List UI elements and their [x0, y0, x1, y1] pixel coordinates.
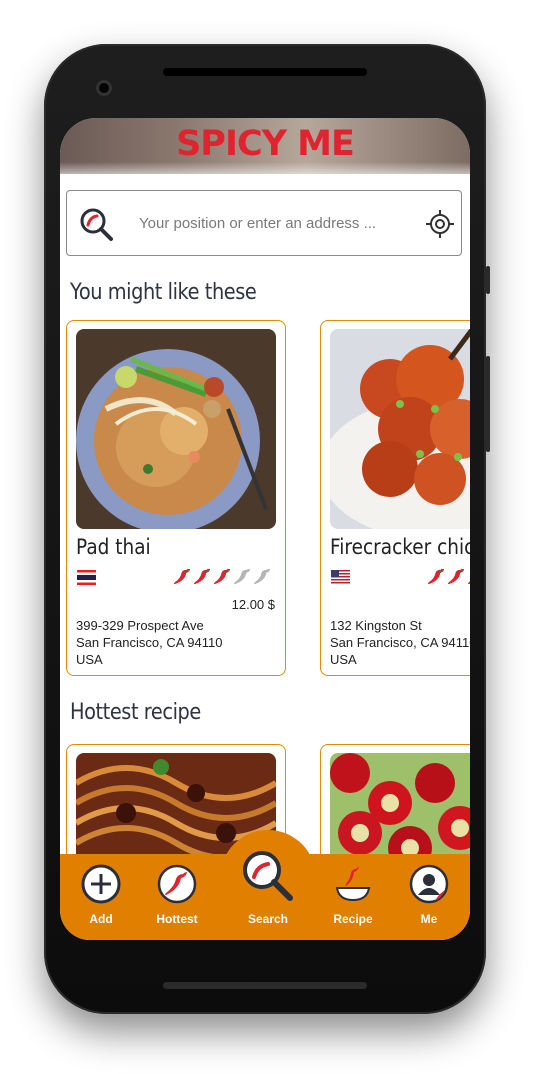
dish-name: Firecracker chicken	[330, 535, 470, 559]
volume-button	[486, 266, 490, 294]
nav-hottest-label: Hottest	[156, 912, 198, 926]
spice-rating	[427, 567, 470, 591]
search-icon	[238, 851, 298, 910]
chili-icon	[427, 567, 446, 591]
nav-me-label: Me	[420, 912, 438, 926]
nav-recipe[interactable]: Recipe	[318, 854, 388, 940]
home-bar	[163, 982, 367, 989]
address-line: San Francisco, CA 94110	[76, 635, 223, 650]
nav-recipe-label: Recipe	[333, 912, 373, 926]
nav-add-label: Add	[89, 912, 113, 926]
chili-icon	[447, 567, 466, 591]
speaker	[163, 68, 367, 76]
nav-me[interactable]: Me	[394, 854, 464, 940]
dish-name: Pad thai	[76, 535, 151, 559]
nav-search-label: Search	[247, 912, 289, 926]
power-button	[486, 356, 490, 452]
spice-rating	[173, 567, 272, 591]
recipe-card[interactable]: Firecracker chicken 132 King	[320, 320, 470, 676]
address-line: San Francisco, CA 94110	[330, 635, 470, 650]
add-icon	[81, 864, 121, 904]
dish-price: 12.00 $	[231, 597, 275, 612]
section-title-suggestions: You might like these	[70, 280, 257, 305]
app-screen: SPICY ME You m	[60, 118, 470, 940]
chili-icon	[213, 567, 232, 591]
hottest-icon	[157, 864, 197, 904]
address-line: USA	[76, 652, 103, 667]
chili-icon-inactive	[253, 567, 272, 591]
nav-add[interactable]: Add	[66, 854, 136, 940]
restaurant-address: 132 Kingston St San Francisco, CA 94110 …	[330, 617, 470, 668]
address-input[interactable]	[139, 209, 409, 237]
camera	[96, 80, 112, 96]
app-logo: SPICY ME	[176, 124, 355, 164]
usa-flag-icon	[331, 570, 350, 585]
chili-icon	[467, 567, 470, 591]
dish-image	[330, 329, 470, 529]
recipe-icon	[333, 864, 373, 904]
nav-search[interactable]	[238, 846, 298, 906]
address-line: 132 Kingston St	[330, 618, 422, 633]
nav-hottest[interactable]: Hottest	[142, 854, 212, 940]
recipe-card[interactable]: Pad thai 12.00 $ 399-329 Prospect Ave Sa…	[66, 320, 286, 676]
address-line: USA	[330, 652, 357, 667]
address-line: 399-329 Prospect Ave	[76, 618, 204, 633]
restaurant-address: 399-329 Prospect Ave San Francisco, CA 9…	[76, 617, 222, 668]
thailand-flag-icon	[77, 570, 96, 585]
locate-icon[interactable]	[425, 209, 455, 244]
search-icon[interactable]	[79, 207, 115, 248]
chili-icon-inactive	[233, 567, 252, 591]
dish-image	[76, 329, 276, 529]
section-title-hottest: Hottest recipe	[70, 700, 201, 725]
phone-frame: SPICY ME You m	[44, 44, 490, 1014]
chili-icon	[193, 567, 212, 591]
profile-icon	[409, 864, 449, 904]
search-bar[interactable]	[66, 190, 462, 256]
chili-icon	[173, 567, 192, 591]
